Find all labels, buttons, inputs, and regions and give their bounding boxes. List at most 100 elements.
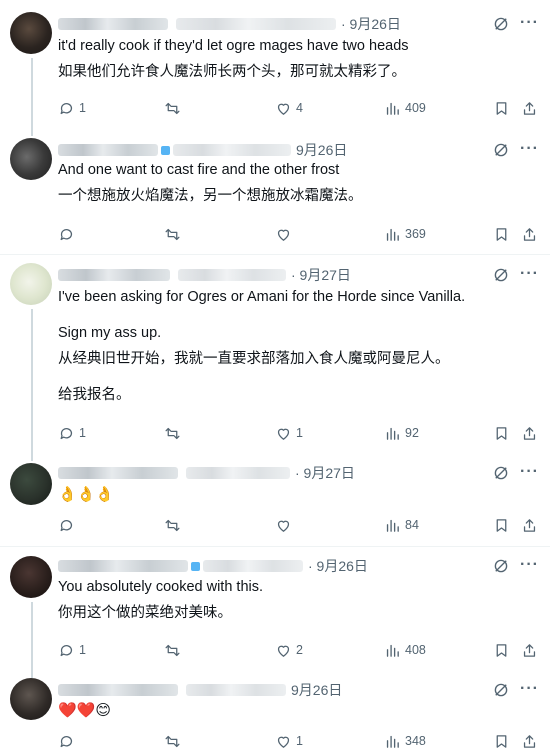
more-icon[interactable]: ···: [520, 141, 538, 162]
share-button[interactable]: [521, 422, 538, 444]
more-icon[interactable]: ···: [520, 557, 538, 578]
author-name-blurred[interactable]: [58, 560, 188, 572]
avatar[interactable]: [10, 556, 52, 598]
post-date[interactable]: · 9月27日: [291, 265, 351, 285]
post-date[interactable]: · 9月26日: [308, 556, 368, 576]
repost-button[interactable]: [164, 514, 185, 536]
views-button[interactable]: 408: [384, 639, 426, 661]
views-button[interactable]: 84: [384, 514, 419, 536]
post-date[interactable]: · 9月26日: [341, 14, 401, 34]
repost-icon: [165, 735, 180, 747]
post-translation-line: 一个想施放火焰魔法，另一个想施放冰霜魔法。: [58, 188, 363, 204]
bookmark-button[interactable]: [493, 514, 510, 536]
more-icon[interactable]: ···: [520, 15, 538, 36]
action-bar: 84: [58, 514, 542, 536]
bookmark-button[interactable]: [493, 422, 510, 444]
avatar[interactable]: [10, 12, 52, 54]
reply-button[interactable]: 1: [58, 97, 86, 119]
author-name-blurred[interactable]: [58, 269, 170, 281]
views-icon: [386, 644, 399, 657]
post-date[interactable]: · 9月27日: [295, 463, 355, 483]
reply-button[interactable]: 1: [58, 639, 86, 661]
author-handle-blurred[interactable]: [186, 684, 286, 696]
grok-icon[interactable]: [492, 557, 510, 575]
author-handle-blurred[interactable]: [173, 144, 291, 156]
like-button[interactable]: 1: [275, 730, 303, 752]
grok-icon[interactable]: [492, 141, 510, 159]
repost-button[interactable]: [164, 223, 185, 245]
like-button[interactable]: [275, 514, 296, 536]
thread-line: [31, 453, 33, 461]
avatar[interactable]: [10, 678, 52, 720]
author-name-blurred[interactable]: [58, 18, 168, 30]
reply-button[interactable]: [58, 223, 79, 245]
post-translation-line: 你用这个做的菜绝对美味。: [58, 605, 232, 621]
avatar[interactable]: [10, 138, 52, 180]
post-3[interactable]: · 9月27日 ··· I've been asking for Ogres o…: [0, 255, 550, 453]
bookmark-icon: [496, 734, 507, 748]
grok-icon[interactable]: [492, 266, 510, 284]
post-4[interactable]: · 9月27日 ··· 👌👌👌 84: [0, 453, 550, 546]
share-icon: [523, 518, 536, 532]
bookmark-button[interactable]: [493, 223, 510, 245]
repost-button[interactable]: [164, 639, 185, 661]
avatar[interactable]: [10, 463, 52, 505]
views-button[interactable]: 348: [384, 730, 426, 752]
post-date[interactable]: 9月26日: [291, 680, 342, 700]
more-icon[interactable]: ···: [520, 266, 538, 287]
reply-icon: [60, 102, 73, 114]
post-translation-line: 如果他们允许食人魔法师长两个头，那可就太精彩了。: [58, 64, 406, 80]
reply-button[interactable]: 1: [58, 422, 86, 444]
reply-icon: [60, 228, 73, 240]
repost-button[interactable]: [164, 97, 185, 119]
share-button[interactable]: [521, 730, 538, 752]
like-button[interactable]: 4: [275, 97, 303, 119]
like-count: 1: [296, 426, 303, 440]
reply-button[interactable]: [58, 730, 79, 752]
post-1[interactable]: · 9月26日 ··· it'd really cook if they'd l…: [0, 0, 550, 126]
author-handle-blurred[interactable]: [186, 467, 290, 479]
views-button[interactable]: 369: [384, 223, 426, 245]
like-button[interactable]: 2: [275, 639, 303, 661]
grok-icon[interactable]: [492, 464, 510, 482]
bookmark-icon: [496, 101, 507, 115]
bookmark-button[interactable]: [493, 730, 510, 752]
views-icon: [386, 228, 399, 241]
thread-line: [31, 58, 33, 126]
share-button[interactable]: [521, 223, 538, 245]
more-icon[interactable]: ···: [520, 464, 538, 485]
bookmark-button[interactable]: [493, 639, 510, 661]
share-button[interactable]: [521, 639, 538, 661]
post-5[interactable]: · 9月26日 ··· You absolutely cooked with t…: [0, 547, 550, 674]
views-count: 369: [405, 227, 426, 241]
post-header: 9月26日: [58, 680, 342, 700]
author-name-blurred[interactable]: [58, 467, 178, 479]
grok-icon[interactable]: [492, 681, 510, 699]
author-handle-blurred[interactable]: [178, 269, 286, 281]
repost-button[interactable]: [164, 730, 185, 752]
views-button[interactable]: 409: [384, 97, 426, 119]
post-date[interactable]: 9月26日: [296, 140, 347, 160]
post-2[interactable]: 9月26日 ··· And one want to cast fire and …: [0, 126, 550, 254]
author-handle-blurred[interactable]: [176, 18, 336, 30]
like-button[interactable]: 1: [275, 422, 303, 444]
reply-count: 1: [79, 643, 86, 657]
more-icon[interactable]: ···: [520, 681, 538, 702]
like-button[interactable]: [275, 223, 296, 245]
share-button[interactable]: [521, 97, 538, 119]
post-6[interactable]: 9月26日 ··· ❤️❤️😊 1 348: [0, 674, 550, 756]
avatar[interactable]: [10, 263, 52, 305]
reply-button[interactable]: [58, 514, 79, 536]
author-handle-blurred[interactable]: [203, 560, 303, 572]
like-count: 1: [296, 734, 303, 748]
author-name-blurred[interactable]: [58, 144, 158, 156]
author-name-blurred[interactable]: [58, 684, 178, 696]
verified-badge: [161, 145, 170, 155]
post-text-line: And one want to cast fire and the other …: [58, 162, 340, 178]
grok-icon[interactable]: [492, 15, 510, 33]
share-button[interactable]: [521, 514, 538, 536]
views-button[interactable]: 92: [384, 422, 419, 444]
bookmark-button[interactable]: [493, 97, 510, 119]
repost-button[interactable]: [164, 422, 185, 444]
bookmark-icon: [496, 643, 507, 657]
